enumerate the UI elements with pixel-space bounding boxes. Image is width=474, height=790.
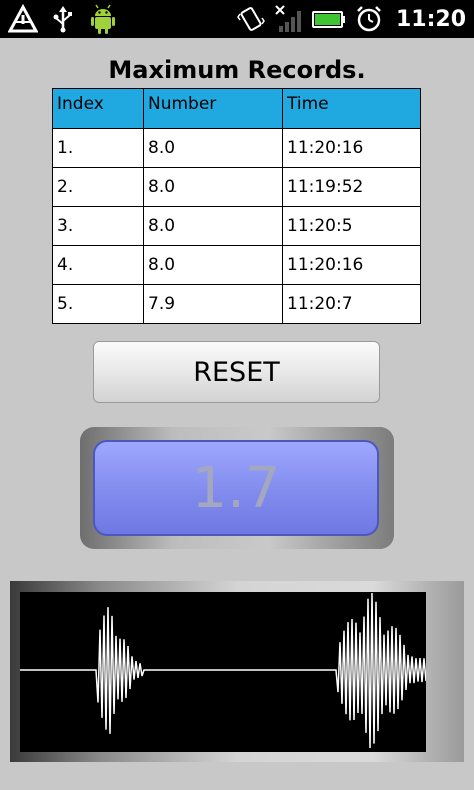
cell-index: 1. xyxy=(52,128,144,168)
current-value: 1.7 xyxy=(93,440,379,536)
battery-icon xyxy=(311,4,346,34)
cell-number: 8.0 xyxy=(143,206,283,246)
status-time: 11:20 xyxy=(395,6,466,32)
android-icon xyxy=(88,4,118,34)
reset-button[interactable]: RESET xyxy=(93,341,380,403)
cell-time: 11:20:16 xyxy=(282,128,421,168)
status-bar-left xyxy=(7,3,118,35)
cell-index: 2. xyxy=(52,167,144,207)
cell-number: 8.0 xyxy=(143,167,283,207)
value-display-frame: 1.7 xyxy=(80,427,394,549)
cell-index: 3. xyxy=(52,206,144,246)
table-row: 2. 8.0 11:19:52 xyxy=(52,167,421,207)
status-bar: 11:20 xyxy=(0,0,474,38)
warning-icon xyxy=(7,3,39,34)
cell-time: 11:20:16 xyxy=(282,245,421,285)
cell-number: 8.0 xyxy=(143,128,283,168)
table-row: 4. 8.0 11:20:16 xyxy=(52,245,421,285)
header-time: Time xyxy=(282,88,421,129)
waveform-frame xyxy=(10,581,464,762)
table-row: 5. 7.9 11:20:7 xyxy=(52,284,421,324)
cell-time: 11:20:7 xyxy=(282,284,421,324)
cell-number: 8.0 xyxy=(143,245,283,285)
records-table: Index Number Time 1. 8.0 11:20:16 2. 8.0… xyxy=(52,88,421,324)
cell-number: 7.9 xyxy=(143,284,283,324)
waveform-line xyxy=(20,592,426,749)
table-header-row: Index Number Time xyxy=(52,88,421,129)
cell-time: 11:19:52 xyxy=(282,167,421,207)
no-signal-icon xyxy=(274,4,304,34)
header-index: Index xyxy=(52,88,144,129)
waveform-screen xyxy=(20,592,426,752)
cell-time: 11:20:5 xyxy=(282,206,421,246)
page-title: Maximum Records. xyxy=(108,56,366,84)
cell-index: 4. xyxy=(52,245,144,285)
alarm-icon xyxy=(354,4,384,34)
cell-index: 5. xyxy=(52,284,144,324)
table-row: 3. 8.0 11:20:5 xyxy=(52,206,421,246)
table-row: 1. 8.0 11:20:16 xyxy=(52,128,421,168)
usb-icon xyxy=(48,4,78,34)
vibrate-icon xyxy=(236,4,266,34)
header-number: Number xyxy=(143,88,283,129)
waveform-graph xyxy=(20,592,426,749)
status-bar-right: 11:20 xyxy=(236,3,466,35)
